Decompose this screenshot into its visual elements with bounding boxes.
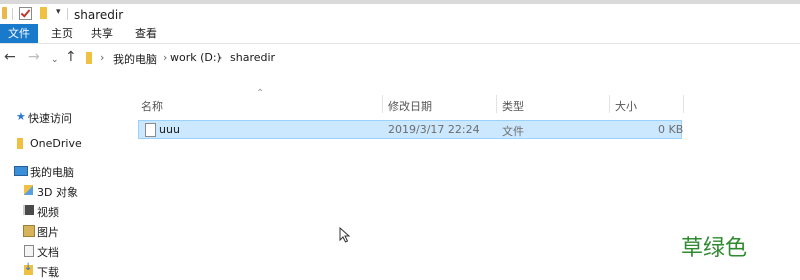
toolbar-separator (67, 8, 68, 20)
breadcrumb-chevron-icon[interactable]: › (163, 51, 167, 64)
folder-icon (17, 138, 23, 149)
sidebar-item-label: 文档 (37, 246, 59, 259)
sort-ascending-icon: ⌃ (256, 88, 265, 99)
sidebar-item-3d-objects[interactable]: 3D 对象 (0, 182, 128, 200)
file-icon (145, 123, 156, 137)
pictures-icon (23, 225, 35, 237)
back-arrow-icon[interactable]: ← (4, 50, 16, 64)
breadcrumb-chevron-icon[interactable]: › (218, 51, 222, 64)
folder-icon (2, 7, 7, 19)
3d-objects-icon (24, 185, 33, 195)
sidebar-item-label: 快速访问 (28, 112, 72, 125)
watermark-text: 草绿色 (681, 236, 748, 261)
star-icon: ★ (16, 110, 26, 123)
breadcrumb-chevron-icon[interactable]: › (100, 51, 104, 64)
tab-file[interactable]: 文件 (0, 24, 38, 43)
column-divider[interactable] (382, 95, 383, 113)
document-icon (24, 245, 34, 257)
column-header-modified[interactable]: 修改日期 (388, 98, 432, 114)
column-header-type[interactable]: 类型 (502, 98, 524, 114)
sidebar-item-label: 图片 (37, 226, 59, 239)
tab-home[interactable]: 主页 (44, 24, 80, 43)
new-folder-icon[interactable] (40, 7, 47, 19)
sidebar-item-downloads[interactable]: 下载 (0, 262, 128, 280)
ribbon-tabs: 文件 主页 共享 查看 (0, 24, 800, 44)
recent-locations-icon[interactable]: ⌄ (51, 53, 59, 67)
file-name: uuu (159, 123, 180, 136)
forward-arrow-icon[interactable]: → (28, 50, 40, 64)
column-divider[interactable] (609, 95, 610, 113)
customize-quick-access-icon[interactable]: ▾ (56, 7, 61, 17)
properties-icon[interactable] (19, 7, 32, 20)
sidebar-item-label: 3D 对象 (37, 186, 78, 199)
sidebar-item-my-computer[interactable]: 我的电脑 (0, 162, 128, 180)
up-arrow-icon[interactable]: ↑ (65, 50, 77, 64)
navigation-pane: ★ 快速访问 OneDrive 我的电脑 3D 对象 视频 图片 文档 下载 (0, 100, 128, 280)
sidebar-item-label: 视频 (37, 206, 59, 219)
sidebar-item-videos[interactable]: 视频 (0, 202, 128, 220)
sidebar-item-label: 我的电脑 (30, 166, 74, 179)
file-size: 0 KB (658, 123, 684, 136)
breadcrumb-my-computer[interactable]: 我的电脑 (113, 51, 157, 67)
sidebar-item-pictures[interactable]: 图片 (0, 222, 128, 240)
sidebar-item-onedrive[interactable]: OneDrive (0, 135, 128, 153)
column-divider[interactable] (496, 95, 497, 113)
address-row: ← → ⌄ ↑ › 我的电脑 › work (D:) › sharedir (0, 44, 800, 72)
file-type: 文件 (502, 125, 524, 138)
video-icon (23, 205, 34, 215)
title-bar: ▾ sharedir (0, 4, 800, 24)
sidebar-item-quick-access[interactable]: ★ 快速访问 (0, 108, 128, 126)
file-modified: 2019/3/17 22:24 (388, 123, 480, 136)
window-title: sharedir (74, 8, 124, 22)
download-icon (24, 262, 33, 275)
sidebar-item-documents[interactable]: 文档 (0, 242, 128, 260)
column-header-size[interactable]: 大小 (615, 98, 637, 114)
tab-share[interactable]: 共享 (84, 24, 120, 43)
breadcrumb-drive[interactable]: work (D:) (170, 51, 221, 64)
folder-icon (86, 52, 92, 64)
sidebar-item-label: OneDrive (30, 137, 82, 150)
file-row[interactable]: uuu 2019/3/17 22:24 文件 0 KB (138, 120, 684, 139)
tab-view[interactable]: 查看 (128, 24, 164, 43)
column-divider[interactable] (683, 95, 684, 113)
computer-icon (14, 166, 28, 176)
toolbar-separator (12, 8, 13, 20)
breadcrumb-sharedir[interactable]: sharedir (230, 51, 275, 64)
address-bar[interactable]: › 我的电脑 › work (D:) › sharedir (80, 47, 800, 69)
column-header-name[interactable]: 名称 (141, 98, 163, 114)
